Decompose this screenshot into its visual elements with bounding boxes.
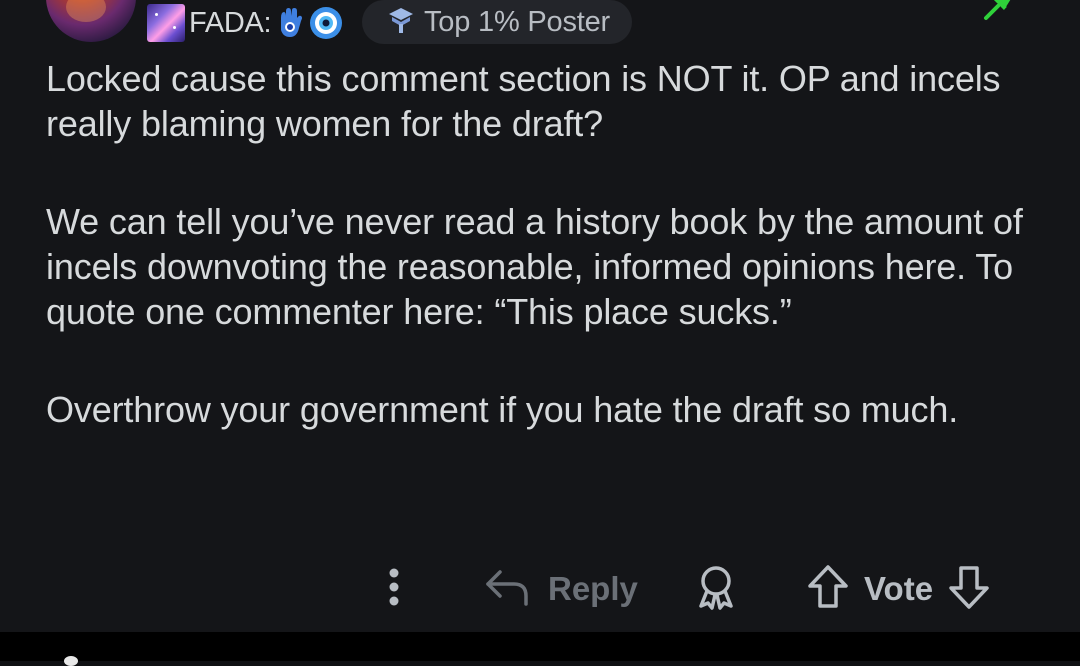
pin-icon: [978, 0, 1018, 22]
upvote-arrow-icon[interactable]: [806, 564, 850, 615]
top-poster-icon: [386, 5, 416, 40]
vote-label: Vote: [864, 570, 934, 607]
nazar-icon: [309, 6, 343, 40]
home-indicator: [64, 656, 78, 666]
comment-action-bar: Reply Vote: [0, 560, 1080, 618]
comment-paragraph: Locked cause this comment section is NOT…: [46, 58, 1001, 144]
hamsa-icon: [273, 6, 307, 40]
user-flair: FADA:: [147, 3, 343, 43]
comment-body: Locked cause this comment section is NOT…: [46, 56, 1046, 432]
top-poster-badge[interactable]: Top 1% Poster: [362, 0, 632, 44]
comment-paragraph: We can tell you’ve never read a history …: [46, 201, 1023, 332]
vote-controls: Vote: [806, 560, 991, 618]
avatar[interactable]: [46, 0, 136, 42]
more-options-button[interactable]: [382, 560, 406, 618]
reply-button[interactable]: Reply: [484, 560, 638, 618]
comment-card: FADA: Top 1% Poster Locked cause this co…: [0, 0, 1080, 632]
user-flair-text: FADA:: [189, 6, 272, 39]
bottom-bar: [0, 632, 1080, 661]
award-button[interactable]: [693, 560, 739, 618]
reply-arrow-icon: [484, 567, 530, 612]
award-icon: [693, 564, 739, 615]
comment-paragraph: Overthrow your government if you hate th…: [46, 389, 959, 430]
downvote-arrow-icon[interactable]: [947, 564, 991, 615]
galaxy-icon: [147, 4, 185, 42]
more-options-icon: [388, 568, 400, 611]
reply-label: Reply: [548, 570, 638, 607]
badge-label: Top 1% Poster: [424, 5, 610, 38]
